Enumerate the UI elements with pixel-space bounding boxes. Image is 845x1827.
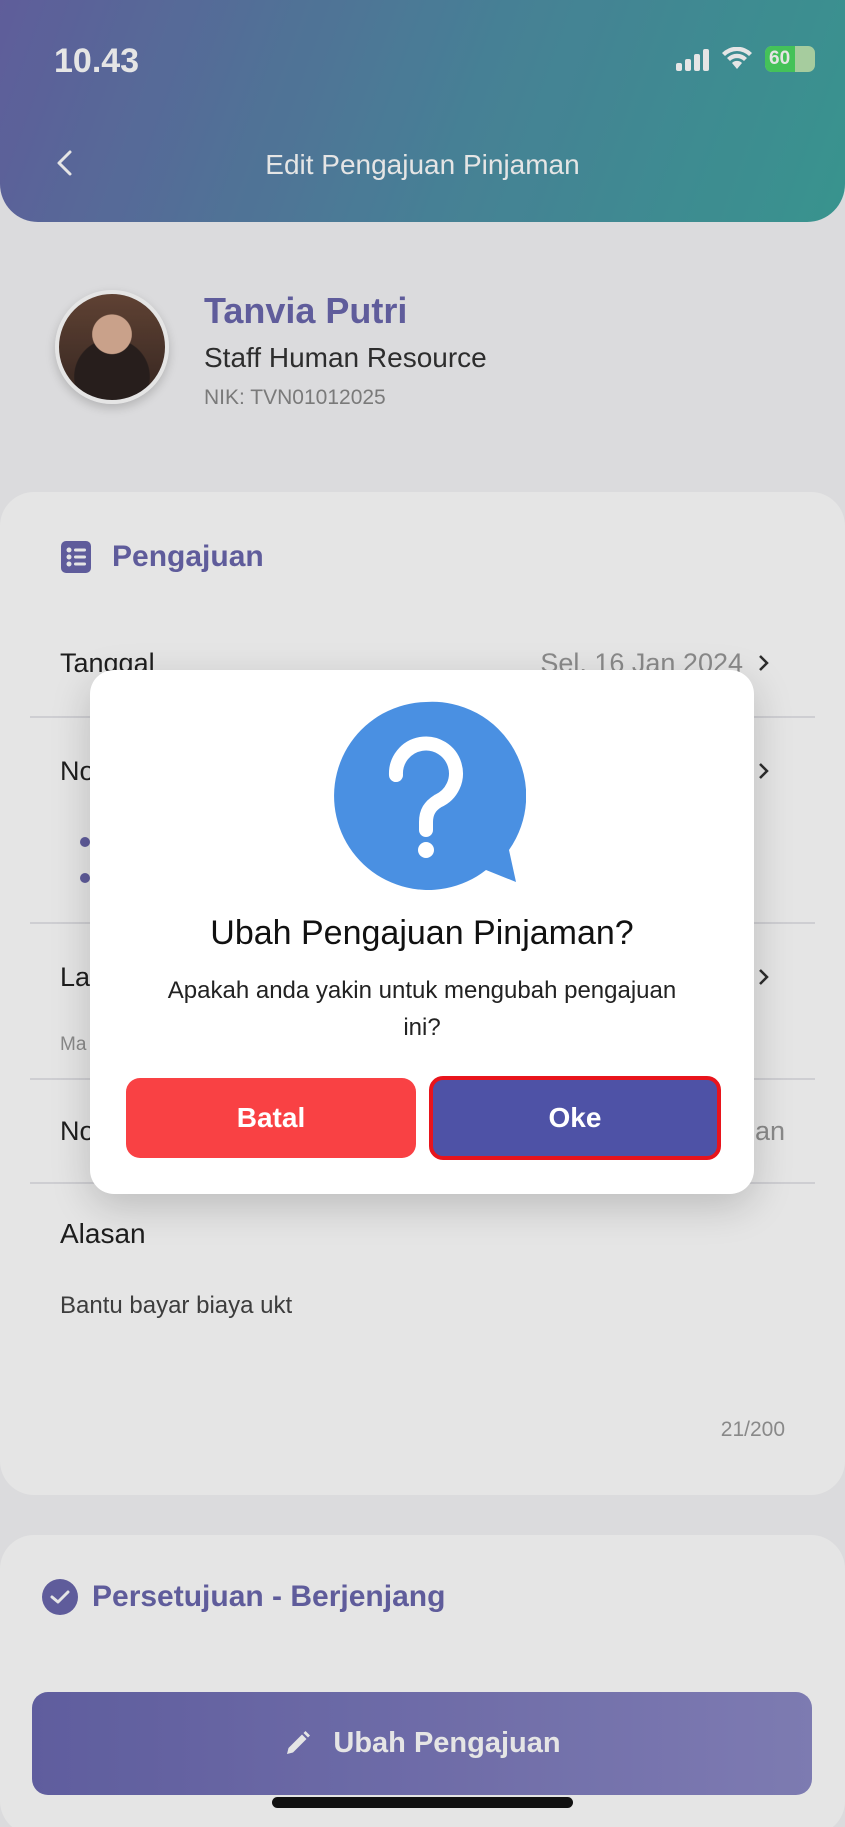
dialog-message: Apakah anda yakin untuk mengubah pengaju… [167, 977, 677, 1041]
home-indicator [272, 1797, 573, 1808]
question-bubble-icon [334, 701, 526, 890]
confirm-ok-button[interactable]: Oke [429, 1076, 721, 1160]
confirm-dialog: Ubah Pengajuan Pinjaman? Apakah anda yak… [90, 670, 754, 1194]
dialog-title: Ubah Pengajuan Pinjaman? [210, 914, 634, 952]
cancel-button[interactable]: Batal [126, 1078, 416, 1158]
